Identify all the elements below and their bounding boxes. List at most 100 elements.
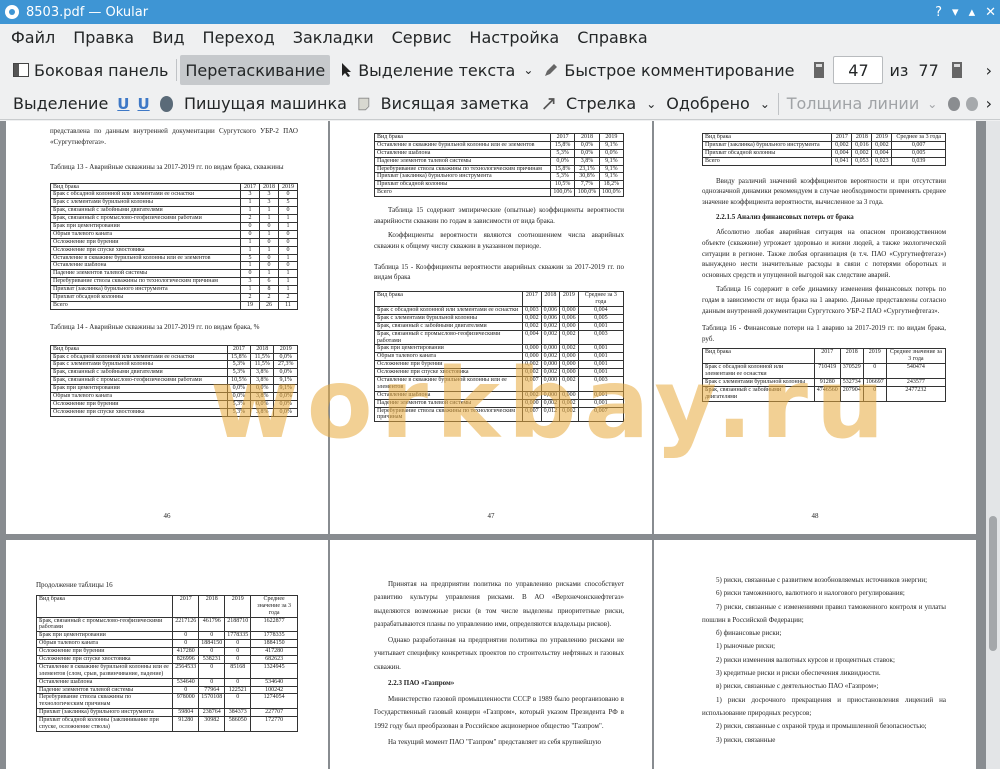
table-row: Брак при цементировании 0,0% 0,0% 9,1% bbox=[50, 384, 298, 393]
arrow-label: Стрелка bbox=[566, 94, 637, 113]
table-cell: 0,001 bbox=[577, 321, 625, 331]
menu-help[interactable]: Справка bbox=[568, 24, 657, 52]
table-caption: Таблица 16 - Финансовые потери на 1 авар… bbox=[702, 323, 946, 343]
maximize-button[interactable]: ▴ bbox=[969, 5, 976, 20]
table-cell: Осложнение при спуске хвостовика bbox=[50, 245, 241, 255]
menu-view[interactable]: Вид bbox=[143, 24, 193, 52]
table-row: Прихват обсадной колонны 2 2 2 bbox=[50, 293, 299, 302]
chevron-down-icon[interactable]: ⌄ bbox=[646, 97, 656, 111]
table-header-cell: 2019 bbox=[598, 133, 625, 142]
help-button[interactable]: ? bbox=[935, 5, 942, 20]
table-cell: 100242 bbox=[250, 685, 298, 695]
table-14-continued: Вид брака 2017 2018 2019 Оставление в ск… bbox=[374, 133, 625, 198]
menu-go[interactable]: Переход bbox=[194, 24, 284, 52]
squiggle-icon[interactable]: U bbox=[133, 95, 153, 113]
table-cell: Брак при цементировании bbox=[373, 344, 524, 354]
color-icon[interactable] bbox=[948, 96, 960, 111]
table-cell: Перебуривание ствола скважины по техноло… bbox=[374, 164, 551, 174]
list-item: 1) риски досрочного прекращения и приост… bbox=[702, 695, 946, 717]
stamp-label: Одобрено bbox=[666, 94, 750, 113]
table-cell: 0 bbox=[277, 245, 299, 255]
table-cell: Брак с элементами бурильной колонны bbox=[373, 313, 524, 323]
table-row: Брак при цементировании 0,000 0,000 0,002 0,… bbox=[373, 344, 625, 354]
text-select-button[interactable]: Выделение текста ⌄ bbox=[336, 55, 538, 85]
table-cell: 0 bbox=[239, 229, 260, 239]
table-cell: Прихват (заклинка) бурильного инструмент… bbox=[374, 172, 551, 182]
table-row: Оставление в скважине бурильной колонны … bbox=[373, 375, 625, 392]
minimize-button[interactable]: ▾ bbox=[952, 5, 959, 20]
inline-note-button[interactable]: Висящая заметка bbox=[376, 89, 534, 119]
table-cell: Прихват обсадной колонны bbox=[701, 148, 833, 158]
opacity-icon[interactable] bbox=[965, 96, 978, 111]
drag-mode-button[interactable]: Перетаскивание bbox=[180, 55, 331, 85]
typewriter-button[interactable]: Пишущая машинка bbox=[179, 89, 352, 119]
table-cell: Осложнение при бурении bbox=[50, 399, 228, 409]
line-width-button[interactable]: Толщина линии ⌄ bbox=[782, 89, 943, 119]
cursor-icon bbox=[342, 63, 352, 77]
vertical-scrollbar[interactable] bbox=[986, 121, 1000, 769]
table-cell: 0,0% bbox=[250, 399, 275, 409]
chevron-down-icon[interactable]: ⌄ bbox=[760, 97, 770, 111]
table-cell: 3 bbox=[239, 190, 260, 200]
underline-icon[interactable]: U bbox=[113, 95, 133, 113]
toolbar-overflow-button[interactable]: › bbox=[978, 94, 1000, 113]
table-cell: 77964 bbox=[198, 685, 226, 695]
table-row: Прихват обсадной колонны 0,004 0,002 0,004 0… bbox=[701, 148, 946, 158]
table-cell: Брак при цементировании bbox=[50, 384, 228, 393]
close-button[interactable]: ✕ bbox=[985, 5, 996, 20]
list-item: б) финансовые риски; bbox=[716, 629, 782, 638]
sidebar-button[interactable]: Боковая панель bbox=[8, 55, 173, 85]
table-row: Брак с элементами бурильной колонны 0,002… bbox=[373, 313, 625, 323]
table-cell: 1 bbox=[258, 229, 279, 239]
window-title: 8503.pdf — Okular bbox=[26, 4, 149, 20]
table-cell: 0,001 bbox=[577, 344, 625, 354]
table-cell: 0,003 bbox=[577, 329, 625, 346]
table-row: Осложнение при спуске хвостовика 826996 53… bbox=[35, 654, 298, 664]
table-row: Брак, связанный с промыслово-геофизическ… bbox=[50, 214, 299, 223]
strikeout-icon[interactable] bbox=[159, 95, 173, 112]
table-body: Брак с обсадной колонной или элементами … bbox=[50, 190, 299, 310]
table-cell: 0 bbox=[224, 647, 252, 656]
table-row: Брак с элементами бурильной колонны 5,3% 1… bbox=[50, 360, 298, 370]
typewriter-label: Пишущая машинка bbox=[184, 94, 347, 113]
table-cell: Обрыв талевого каната bbox=[50, 391, 228, 401]
page-49: Продолжение таблицы 16 Вид брака 2017 20… bbox=[6, 540, 328, 769]
table-cell: Осложнение при бурении bbox=[50, 237, 241, 247]
table-cell: 1884150 bbox=[198, 639, 226, 649]
table-cell: 1 bbox=[258, 269, 279, 279]
table-cell: Брак при цементировании bbox=[35, 631, 174, 641]
arrow-button[interactable]: Стрелка ⌄ bbox=[561, 89, 661, 119]
menu-tools[interactable]: Сервис bbox=[383, 24, 461, 52]
table-cell: 0 bbox=[277, 237, 299, 247]
table-row: Всего 19 26 11 bbox=[50, 300, 299, 310]
table-header-cell: 2018 bbox=[851, 133, 873, 142]
stamp-button[interactable]: Одобрено ⌄ bbox=[661, 89, 775, 119]
scrollbar-thumb[interactable] bbox=[989, 516, 997, 651]
table-header-cell: 2018 bbox=[250, 344, 275, 354]
table-row: Осложнение при спуске хвостовика 0,002 0,0… bbox=[373, 368, 625, 377]
menu-file[interactable]: Файл bbox=[0, 24, 64, 52]
table-cell: 3,8% bbox=[250, 407, 275, 417]
menu-edit[interactable]: Правка bbox=[64, 24, 143, 52]
menu-bookmarks[interactable]: Закладки bbox=[284, 24, 383, 52]
table-cell: 0,053 bbox=[851, 156, 873, 166]
table-cell: 0 bbox=[172, 685, 200, 695]
table-cell: Брак, связанный с забойными двигателями bbox=[50, 368, 228, 378]
toolbar-overflow-button[interactable]: › bbox=[978, 61, 1000, 80]
table-row: Брак, связанный с промыслово-геофизическ… bbox=[35, 616, 298, 633]
table-cell: 100,0% bbox=[574, 188, 600, 198]
document-view[interactable]: представлена по данным внутренней докуме… bbox=[0, 121, 986, 769]
table-cell: Осложнение при спуске хвостовика bbox=[373, 368, 524, 377]
page-icon bbox=[814, 62, 825, 78]
chevron-down-icon[interactable]: ⌄ bbox=[523, 63, 533, 77]
highlight-button[interactable]: Выделение bbox=[8, 89, 113, 119]
table-header-cell: Вид брака bbox=[702, 348, 815, 365]
table-header-cell: 2019 bbox=[862, 348, 887, 365]
quick-comment-button[interactable]: Быстрое комментирование bbox=[538, 55, 799, 85]
table-cell: 15,8% bbox=[549, 140, 576, 150]
table-cell: 0,000 bbox=[540, 375, 561, 392]
page-number-input[interactable]: 47 bbox=[833, 56, 884, 84]
table-cell: 0,0% bbox=[549, 156, 576, 166]
table-row: Брак при цементировании 0 0 1 bbox=[50, 221, 299, 231]
menu-settings[interactable]: Настройка bbox=[460, 24, 568, 52]
